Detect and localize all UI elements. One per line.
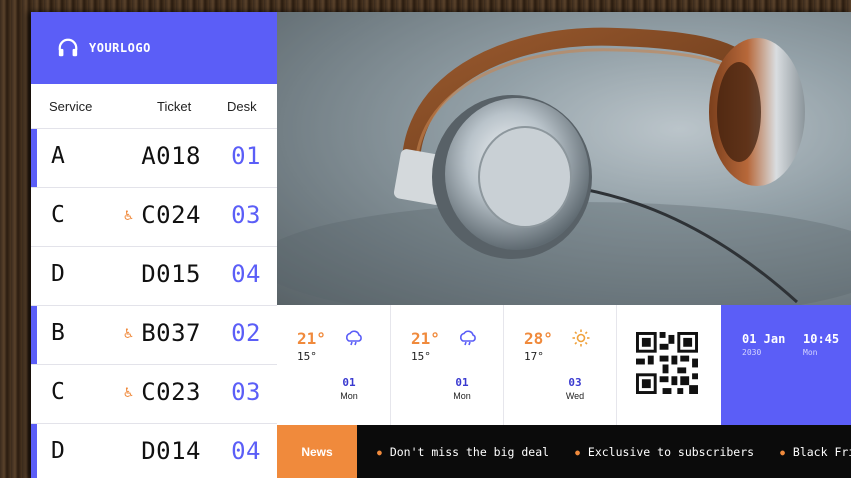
ticket-number: D015 — [141, 260, 201, 288]
weather-dow: Mon — [453, 391, 471, 401]
service-code: A — [51, 143, 65, 169]
weather-widget: 21° 15° 01 Mon — [390, 305, 502, 425]
header-service: Service — [49, 99, 93, 114]
weather-day: 01 — [342, 376, 356, 389]
clock-date: 01 Jan — [742, 332, 786, 346]
desk-number: 02 — [231, 319, 261, 347]
table-row: C ♿ C023 03 — [31, 364, 277, 423]
temp-high: 28° — [524, 329, 553, 348]
sun-icon — [571, 328, 591, 348]
service-code: D — [51, 438, 65, 464]
ticket-number: C024 — [141, 201, 201, 229]
service-code: D — [51, 261, 65, 287]
wheelchair-icon: ♿ — [123, 324, 133, 342]
news-item[interactable]: Don't miss the big deal — [377, 445, 549, 459]
temp-low: 17° — [524, 350, 544, 363]
ticket-number: D014 — [141, 437, 201, 465]
table-row: C ♿ C024 03 — [31, 187, 277, 246]
weather-widget: 21° 15° 01 Mon — [277, 305, 389, 425]
news-ticker: News Don't miss the big deal Exclusive t… — [277, 425, 851, 478]
desk-number: 03 — [231, 378, 261, 406]
logo-text: YOURLOGO — [89, 41, 151, 55]
clock-time: 10:45 — [803, 332, 840, 346]
temp-low: 15° — [411, 350, 431, 363]
desk-number: 04 — [231, 260, 261, 288]
table-row: B ♿ B037 02 — [31, 305, 277, 364]
clock-dow: Mon — [803, 348, 818, 357]
rain-cloud-icon — [458, 328, 478, 348]
table-row: D D015 04 — [31, 246, 277, 305]
hero-image — [277, 12, 851, 305]
desk-number: 01 — [231, 142, 261, 170]
clock-year: 2030 — [742, 348, 762, 357]
weather-day: 01 — [455, 376, 469, 389]
signage-screen: YOURLOGO Service Ticket Desk A A018 01 C ♿ C0… — [31, 12, 851, 478]
news-items: Don't miss the big deal Exclusive to sub… — [377, 425, 851, 478]
clock-widget: 01 Jan 2030 10:45 Mon — [721, 305, 851, 425]
service-code: C — [51, 202, 65, 228]
queue-header: Service Ticket Desk — [31, 84, 277, 128]
weather-dow: Mon — [340, 391, 358, 401]
service-code: C — [51, 379, 65, 405]
header-ticket: Ticket — [157, 99, 192, 114]
wheelchair-icon: ♿ — [123, 383, 133, 401]
widget-strip: 21° 15° 01 Mon 21° 15° 01 Mon 28° 17° 03 Wed 01 — [277, 305, 851, 425]
news-item[interactable]: Black Friday — [780, 445, 851, 459]
headphones-photo — [277, 12, 851, 305]
ticket-number: A018 — [141, 142, 201, 170]
news-item[interactable]: Exclusive to subscribers — [575, 445, 754, 459]
ticket-number: C023 — [141, 378, 201, 406]
weather-day: 03 — [568, 376, 582, 389]
qr-widget[interactable] — [616, 305, 721, 425]
weather-dow: Wed — [565, 391, 585, 401]
qr-code-icon — [636, 332, 698, 394]
temp-high: 21° — [297, 329, 326, 348]
rain-cloud-icon — [344, 328, 364, 348]
table-row: A A018 01 — [31, 128, 277, 187]
weather-widget: 28° 17° 03 Wed — [503, 305, 615, 425]
service-code: B — [51, 320, 65, 346]
desk-number: 04 — [231, 437, 261, 465]
queue-panel: YOURLOGO Service Ticket Desk A A018 01 C ♿ C0… — [31, 12, 277, 478]
temp-high: 21° — [411, 329, 440, 348]
wheelchair-icon: ♿ — [123, 206, 133, 224]
table-row: D D014 04 — [31, 423, 277, 478]
header-desk: Desk — [227, 99, 257, 114]
ticket-number: B037 — [141, 319, 201, 347]
temp-low: 15° — [297, 350, 317, 363]
headphones-icon — [58, 38, 78, 57]
desk-number: 03 — [231, 201, 261, 229]
news-label: News — [277, 425, 357, 478]
logo-bar: YOURLOGO — [31, 12, 277, 84]
